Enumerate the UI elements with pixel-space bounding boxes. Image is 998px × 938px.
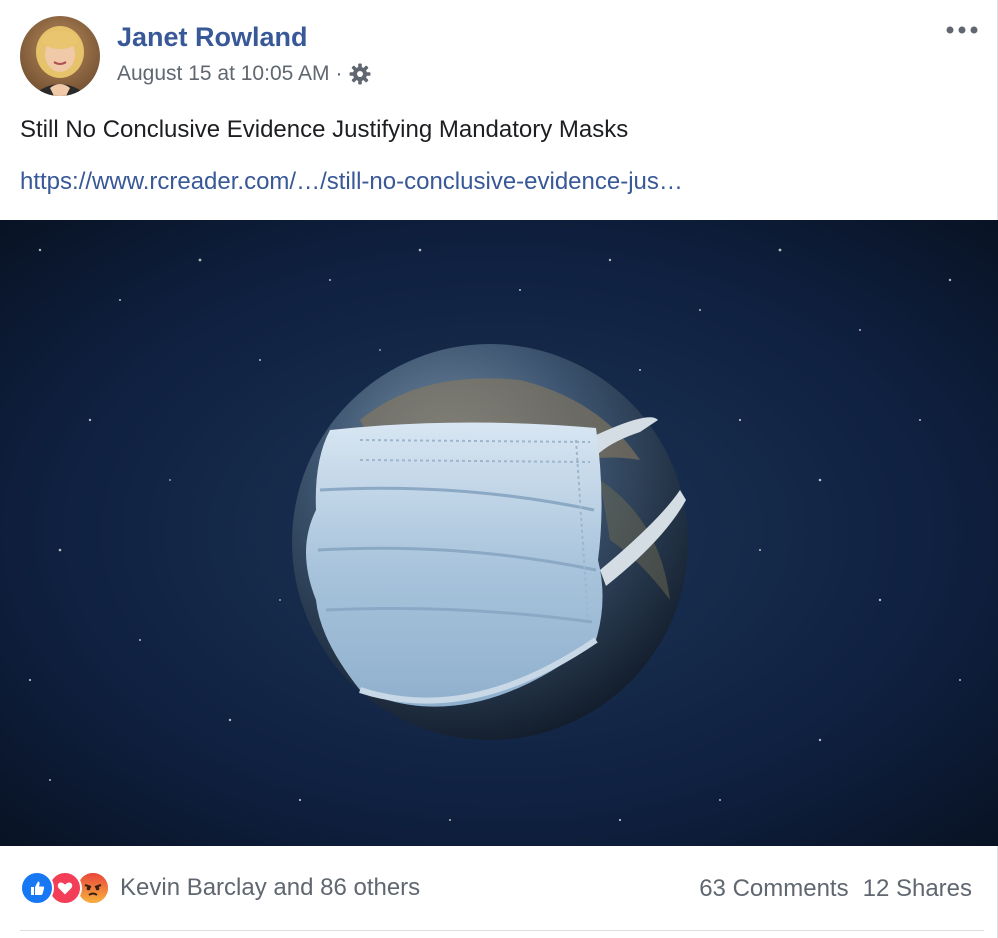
footer-divider: [20, 930, 984, 931]
reactions-text: Kevin Barclay and 86 others: [120, 874, 421, 901]
post-link[interactable]: https://www.rcreader.com/…/still-no-conc…: [20, 168, 683, 196]
avatar-image: [20, 16, 100, 96]
gear-icon[interactable]: [348, 62, 372, 86]
shares-count[interactable]: 12 Shares: [863, 875, 972, 903]
meta-separator: ·: [335, 62, 343, 85]
post-timestamp[interactable]: August 15 at 10:05 AM: [117, 62, 329, 86]
author-name[interactable]: Janet Rowland: [117, 22, 308, 53]
more-options-icon[interactable]: [942, 18, 982, 42]
comments-count[interactable]: 63 Comments: [699, 875, 848, 903]
engagement-counts: 63 Comments 12 Shares: [699, 875, 972, 903]
earth-mask-image: [0, 220, 998, 846]
reactions-summary[interactable]: Kevin Barclay and 86 others: [20, 870, 420, 906]
post-footer: Kevin Barclay and 86 others 63 Comments …: [20, 866, 978, 912]
author-avatar[interactable]: [20, 16, 100, 96]
post-image[interactable]: [0, 220, 998, 846]
post-text: Still No Conclusive Evidence Justifying …: [20, 116, 629, 143]
like-icon: [20, 871, 54, 905]
post-meta: August 15 at 10:05 AM ·: [117, 62, 372, 86]
facebook-post: Janet Rowland August 15 at 10:05 AM · St…: [0, 0, 998, 938]
